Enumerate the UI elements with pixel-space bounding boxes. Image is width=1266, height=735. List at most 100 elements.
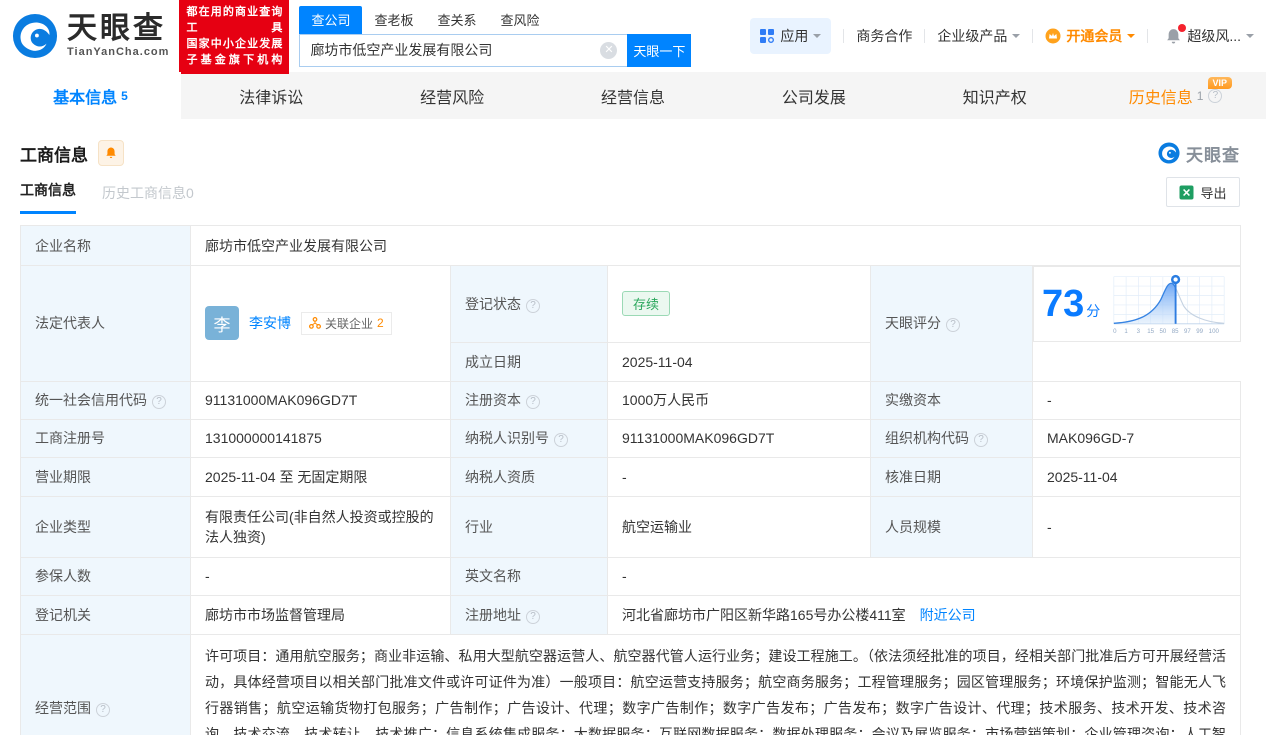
business-term-label: 营业期限 xyxy=(20,456,191,497)
score-pin-icon xyxy=(1171,274,1181,285)
help-icon[interactable] xyxy=(96,702,110,717)
company-type-label: 企业类型 xyxy=(20,495,191,558)
taxpayer-quality-label: 纳税人资质 xyxy=(450,456,608,497)
clear-search-icon[interactable] xyxy=(600,41,618,59)
company-name-value: 廊坊市低空产业发展有限公司 xyxy=(189,225,1242,266)
tab-company-development[interactable]: 公司发展 xyxy=(723,72,904,119)
reg-authority-value: 廊坊市市场监督管理局 xyxy=(190,594,451,635)
search-tabs: 查公司 查老板 查关系 查风险 xyxy=(299,5,691,34)
approval-date-value: 2025-11-04 xyxy=(1031,456,1242,497)
establish-date-value: 2025-11-04 xyxy=(607,341,871,382)
help-icon[interactable] xyxy=(526,298,540,313)
help-icon[interactable] xyxy=(946,318,960,333)
notification-dot xyxy=(1178,23,1187,32)
brand-slogan: 都在用的商业查询工具 国家中小企业发展子基金旗下机构 xyxy=(179,0,290,74)
notifications-bell[interactable] xyxy=(1164,23,1187,46)
tab-label: 基本信息 xyxy=(53,89,118,107)
business-scope-label: 经营范围 xyxy=(20,633,191,735)
industry-label: 行业 xyxy=(450,495,608,558)
search-tab-company[interactable]: 查公司 xyxy=(299,5,363,34)
watermark-logo: 天眼查 xyxy=(1158,141,1240,166)
help-icon[interactable] xyxy=(554,433,568,447)
business-info-table: 企业名称 廊坊市低空产业发展有限公司 法定代表人 李 李安博 关联企业 2 登记… xyxy=(20,225,1242,735)
chevron-down-icon xyxy=(1246,34,1254,42)
credit-code-value: 91131000MAK096GD7T xyxy=(190,380,451,420)
help-icon[interactable] xyxy=(974,433,988,447)
subscribe-bell-button[interactable] xyxy=(98,140,124,166)
nav-business[interactable]: 商务合作 xyxy=(856,26,912,46)
subtab-history-registration[interactable]: 历史工商信息0 xyxy=(102,183,194,214)
svg-text:99: 99 xyxy=(1197,328,1204,335)
legal-rep-avatar[interactable]: 李 xyxy=(205,306,239,341)
business-term-value: 2025-11-04 至 无固定期限 xyxy=(190,456,451,497)
logo-domain: TianYanCha.com xyxy=(67,46,170,58)
svg-text:100: 100 xyxy=(1209,328,1220,335)
reg-authority-label: 登记机关 xyxy=(20,594,191,635)
score-label: 天眼评分 xyxy=(870,265,1033,382)
svg-text:85: 85 xyxy=(1172,328,1179,335)
tab-basic-info[interactable]: 基本信息 5 xyxy=(0,72,181,119)
tianyancha-logo[interactable]: 天眼查 TianYanCha.com xyxy=(12,13,169,59)
divider xyxy=(843,29,845,43)
reg-status-label: 登记状态 xyxy=(450,265,608,343)
svg-text:50: 50 xyxy=(1160,328,1167,335)
score-cell: 73 分 0 1 3 15 50 85 97 99 100 xyxy=(1033,266,1241,342)
related-companies-badge[interactable]: 关联企业 2 xyxy=(301,311,392,335)
help-icon[interactable] xyxy=(152,395,166,409)
insured-count-label: 参保人数 xyxy=(20,556,191,596)
english-name-value: - xyxy=(606,556,1242,596)
subtab-business-registration[interactable]: 工商信息 xyxy=(20,180,76,214)
reg-number-value: 131000000141875 xyxy=(190,418,451,458)
search-area: 查公司 查老板 查关系 查风险 天眼一下 xyxy=(299,5,692,67)
nav-apps[interactable]: 应用 xyxy=(750,18,832,54)
reg-number-label: 工商注册号 xyxy=(20,418,191,458)
nav-vip[interactable]: 开通会员 xyxy=(1045,26,1136,46)
help-icon[interactable] xyxy=(526,395,540,409)
search-tab-boss[interactable]: 查老板 xyxy=(362,6,425,34)
slogan-line1: 都在用的商业查询工具 xyxy=(186,6,283,34)
score-value: 73 xyxy=(1042,283,1085,325)
company-type-value: 有限责任公司(非自然人投资或控股的法人独资) xyxy=(190,495,451,558)
svg-text:0: 0 xyxy=(1113,328,1117,335)
nav-apps-label: 应用 xyxy=(780,28,809,44)
page-tabs: 基本信息 5 法律诉讼 经营风险 经营信息 公司发展 知识产权 VIP 历史信息… xyxy=(0,72,1266,119)
nearby-companies-link[interactable]: 附近公司 xyxy=(920,607,976,623)
insured-count-value: - xyxy=(190,556,451,596)
svg-text:1: 1 xyxy=(1125,328,1129,335)
nav-super-risk[interactable]: 超级风... xyxy=(1187,26,1254,46)
tianyancha-logo-icon xyxy=(12,13,58,59)
related-companies-label: 关联企业 xyxy=(325,316,374,331)
top-nav: 应用 商务合作 企业级产品 开通会员 超级风... xyxy=(750,18,1254,54)
help-icon[interactable] xyxy=(1208,88,1223,103)
taxpayer-id-value: 91131000MAK096GD7T xyxy=(607,418,871,458)
excel-icon xyxy=(1179,185,1194,199)
help-icon[interactable] xyxy=(526,609,540,624)
legal-rep-label: 法定代表人 xyxy=(20,265,191,382)
tab-count: 5 xyxy=(121,88,128,103)
tab-legal-proceedings[interactable]: 法律诉讼 xyxy=(181,72,362,119)
nav-enterprise[interactable]: 企业级产品 xyxy=(937,26,1021,46)
legal-rep-name-link[interactable]: 李安博 xyxy=(249,313,291,333)
svg-text:3: 3 xyxy=(1137,328,1141,335)
reg-address-label: 注册地址 xyxy=(450,594,608,635)
legal-rep-cell: 李 李安博 关联企业 2 xyxy=(190,265,451,382)
search-tab-relation[interactable]: 查关系 xyxy=(425,6,488,34)
tab-business-info[interactable]: 经营信息 xyxy=(543,72,724,119)
tab-label: 知识产权 xyxy=(962,89,1027,107)
logo-text: 天眼查 xyxy=(67,12,166,45)
chevron-down-icon xyxy=(1012,34,1021,42)
taxpayer-quality-value: - xyxy=(607,456,871,497)
credit-code-label: 统一社会信用代码 xyxy=(20,380,191,420)
tab-history-info[interactable]: VIP 历史信息 1 xyxy=(1085,72,1266,119)
paid-capital-value: - xyxy=(1031,380,1242,420)
search-button[interactable]: 天眼一下 xyxy=(627,33,692,67)
related-companies-count: 2 xyxy=(377,316,384,331)
search-tab-risk[interactable]: 查风险 xyxy=(488,6,551,34)
search-input[interactable] xyxy=(299,33,628,67)
company-name-label: 企业名称 xyxy=(20,225,191,266)
export-button[interactable]: 导出 xyxy=(1166,177,1240,207)
header: 天眼查 TianYanCha.com 都在用的商业查询工具 国家中小企业发展子基… xyxy=(0,0,1266,74)
tab-operating-risk[interactable]: 经营风险 xyxy=(362,72,543,119)
tab-intellectual-property[interactable]: 知识产权 xyxy=(904,72,1085,119)
reg-capital-value: 1000万人民币 xyxy=(607,380,871,420)
